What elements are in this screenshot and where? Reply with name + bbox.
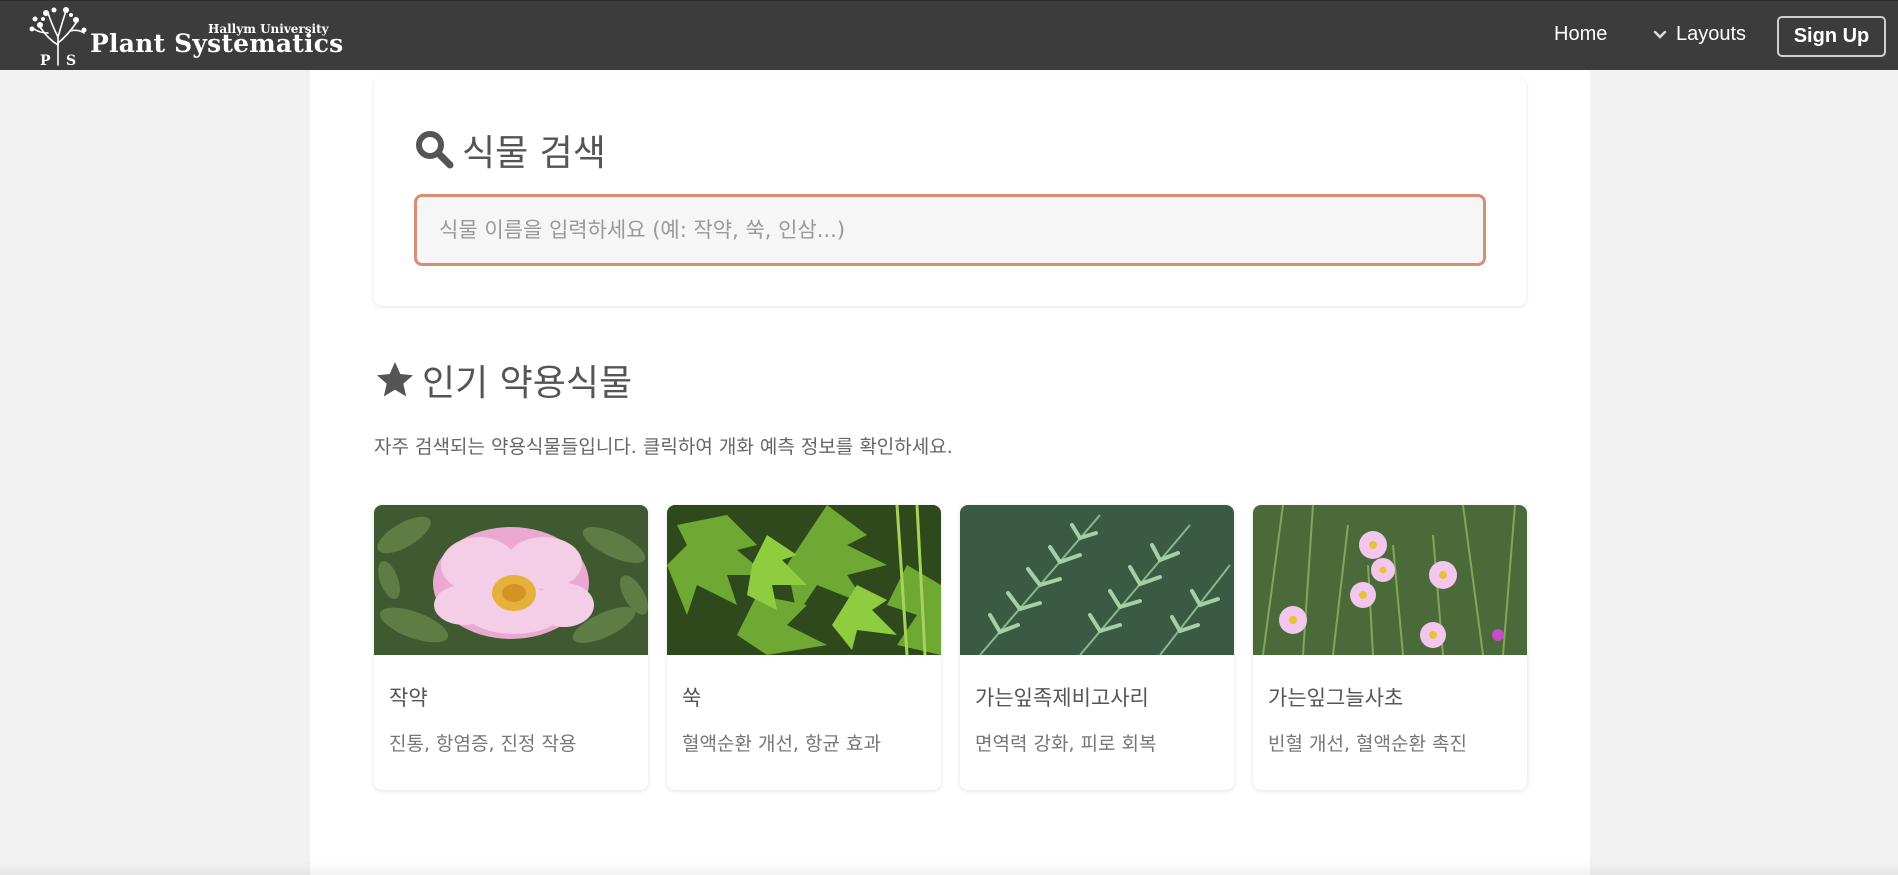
- plant-name: 쑥: [682, 686, 702, 710]
- nav-home-link[interactable]: Home: [1554, 23, 1607, 46]
- search-title: 식물 검색: [462, 133, 606, 174]
- nav-layouts-dropdown[interactable]: Layouts: [1652, 23, 1746, 46]
- top-navbar: P S Hallym University Plant Systematics …: [0, 0, 1898, 70]
- plant-name: 가는잎족제비고사리: [975, 686, 1149, 710]
- search-card: 식물 검색: [374, 78, 1526, 306]
- bottom-shadow: [0, 860, 1898, 875]
- plant-image: [374, 505, 648, 655]
- plant-search-input[interactable]: [414, 194, 1486, 266]
- nav-layouts-label: Layouts: [1676, 23, 1747, 45]
- svg-text:P: P: [40, 53, 51, 67]
- popular-title: 인기 약용식물: [422, 363, 633, 404]
- plant-image: [667, 505, 941, 655]
- plant-image: [1253, 505, 1527, 655]
- plant-card[interactable]: 작약 진통, 항염증, 진정 작용: [374, 505, 648, 790]
- plant-effect: 빈혈 개선, 혈액순환 촉진: [1268, 733, 1467, 755]
- sign-up-button[interactable]: Sign Up: [1777, 16, 1886, 57]
- search-icon: [416, 131, 454, 169]
- popular-description: 자주 검색되는 약용식물들입니다. 클릭하여 개화 예측 정보를 확인하세요.: [374, 436, 953, 458]
- tree-logo-icon: P S: [29, 7, 87, 67]
- plant-card[interactable]: 가는잎족제비고사리 면역력 강화, 피로 회복: [960, 505, 1234, 790]
- plant-effect: 면역력 강화, 피로 회복: [975, 733, 1157, 755]
- plant-card[interactable]: 쑥 혈액순환 개선, 항균 효과: [667, 505, 941, 790]
- plant-effect: 혈액순환 개선, 항균 효과: [682, 733, 881, 755]
- chevron-down-icon: [1653, 30, 1667, 39]
- plant-card[interactable]: 가는잎그늘사초 빈혈 개선, 혈액순환 촉진: [1253, 505, 1527, 790]
- search-heading: 식물 검색: [414, 124, 606, 176]
- svg-text:S: S: [66, 53, 76, 67]
- plant-effect: 진통, 항염증, 진정 작용: [389, 733, 577, 755]
- plant-image: [960, 505, 1234, 655]
- brand-name: Plant Systematics: [90, 29, 344, 58]
- brand-logo-link[interactable]: P S Hallym University Plant Systematics: [26, 5, 343, 67]
- star-icon: [377, 362, 413, 397]
- main-content: 식물 검색 인기 약용식물 자주 검색되는 약용식물들입니다. 클릭하여 개화 …: [310, 70, 1590, 875]
- popular-heading: 인기 약용식물: [374, 354, 632, 406]
- plant-name: 가는잎그늘사초: [1268, 686, 1404, 710]
- plant-name: 작약: [389, 686, 428, 710]
